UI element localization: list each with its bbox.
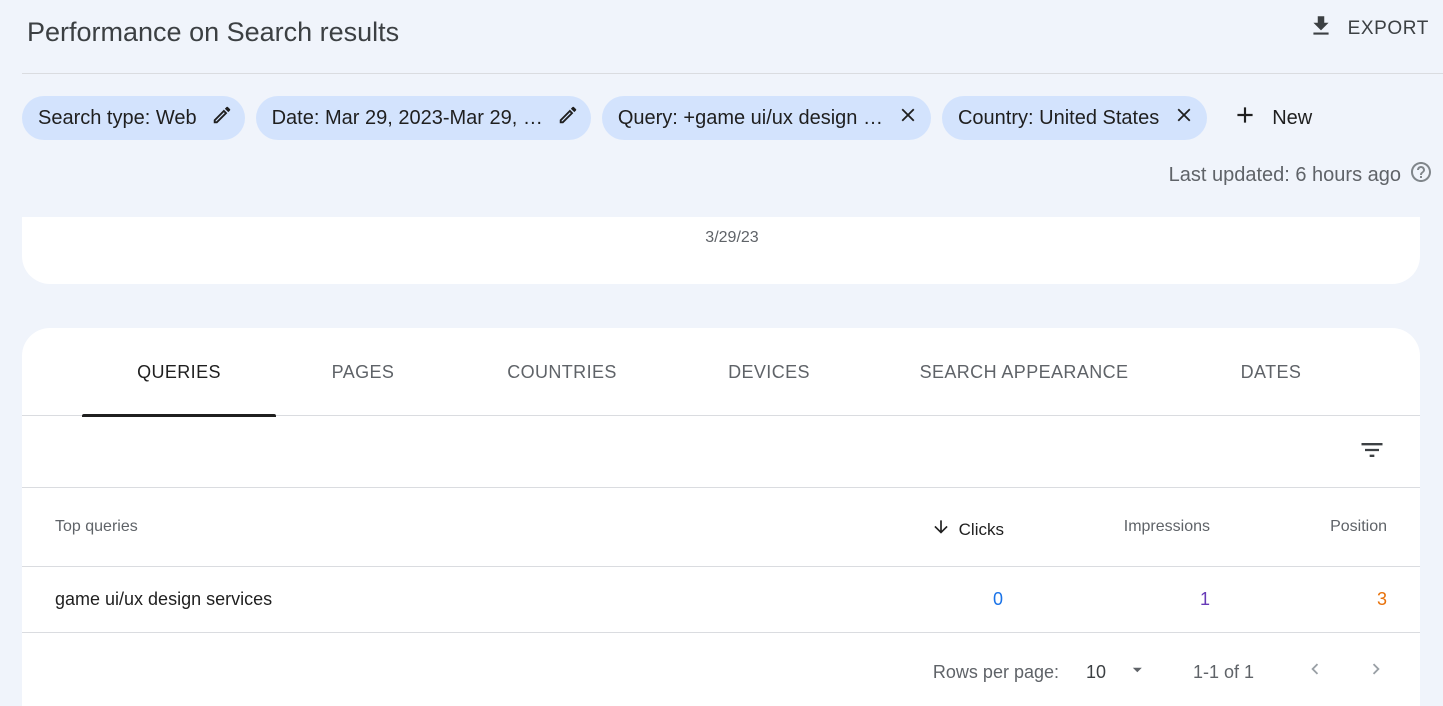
filter-chip-search-type[interactable]: Search type: Web <box>22 96 245 140</box>
chart-x-axis-label: 3/29/23 <box>705 229 759 246</box>
column-header-query: Top queries <box>55 518 138 535</box>
filter-chip-query[interactable]: Query: +game ui/ux design … <box>601 96 931 140</box>
tab-devices[interactable]: DEVICES <box>694 328 844 416</box>
rows-per-page-label: Rows per page: <box>932 662 1059 682</box>
new-filter-button[interactable]: New <box>1218 96 1326 140</box>
tab-label: QUERIES <box>137 361 221 382</box>
edit-icon[interactable] <box>211 104 233 132</box>
row-query: game ui/ux design services <box>55 589 273 609</box>
table-toolbar <box>22 417 1420 488</box>
chevron-left-icon <box>1304 658 1326 685</box>
plus-icon <box>1232 102 1258 134</box>
chip-label: Query: +game ui/ux design … <box>617 106 883 129</box>
export-button[interactable]: EXPORT <box>1308 12 1429 46</box>
dropdown-arrow-icon <box>1128 661 1146 684</box>
chip-label: Search type: Web <box>38 106 197 129</box>
table-header: Top queries Clicks Impressions Position <box>22 488 1420 567</box>
page-title: Performance on Search results <box>27 17 400 47</box>
arrow-down-icon <box>931 517 951 542</box>
close-icon[interactable] <box>1173 104 1195 132</box>
row-position: 3 <box>1376 589 1387 609</box>
chip-label: Country: United States <box>957 106 1160 129</box>
previous-page-button[interactable] <box>1299 655 1331 687</box>
column-header-position[interactable]: Position <box>1330 518 1387 536</box>
dimension-tabs: QUERIES PAGES COUNTRIES DEVICES SEARCH A… <box>22 328 1420 417</box>
filter-rows-button[interactable] <box>1354 434 1390 470</box>
row-clicks: 0 <box>992 589 1003 609</box>
table-row[interactable]: game ui/ux design services 0 1 3 <box>22 567 1420 633</box>
rows-per-page-select[interactable]: 10 <box>1086 657 1146 687</box>
row-impressions: 1 <box>1199 589 1210 609</box>
filter-bar: Search type: Web Date: Mar 29, 2023-Mar … <box>22 96 1326 140</box>
column-header-clicks[interactable]: Clicks <box>931 517 1004 542</box>
download-icon <box>1308 13 1334 45</box>
performance-chart-card: 3/29/23 <box>22 217 1420 284</box>
chip-label: Date: Mar 29, 2023-Mar 29, … <box>271 106 543 129</box>
page-range: 1-1 of 1 <box>1192 662 1254 682</box>
filter-chip-date[interactable]: Date: Mar 29, 2023-Mar 29, … <box>255 96 591 140</box>
last-updated: Last updated: 6 hours ago <box>1169 160 1433 190</box>
last-updated-text: Last updated: 6 hours ago <box>1168 163 1401 186</box>
filter-chip-country[interactable]: Country: United States <box>941 96 1208 140</box>
close-icon[interactable] <box>897 104 919 132</box>
tab-countries[interactable]: COUNTRIES <box>474 328 650 416</box>
tab-search-appearance[interactable]: SEARCH APPEARANCE <box>902 328 1146 416</box>
edit-icon[interactable] <box>557 104 579 132</box>
tab-dates[interactable]: DATES <box>1202 328 1340 416</box>
help-icon[interactable] <box>1409 160 1433 190</box>
rows-per-page-value: 10 <box>1085 661 1106 682</box>
tab-queries[interactable]: QUERIES <box>82 328 276 417</box>
export-label: EXPORT <box>1347 18 1429 39</box>
tab-label: PAGES <box>331 361 395 382</box>
tab-label: COUNTRIES <box>507 361 617 382</box>
tab-label: SEARCH APPEARANCE <box>919 361 1129 382</box>
tab-label: DATES <box>1240 361 1302 382</box>
chevron-right-icon <box>1365 658 1387 685</box>
data-table-card: QUERIES PAGES COUNTRIES DEVICES SEARCH A… <box>22 328 1420 706</box>
pagination: Rows per page: 10 1-1 of 1 <box>22 633 1420 706</box>
filter-list-icon <box>1358 436 1386 469</box>
column-header-clicks-label: Clicks <box>958 519 1004 539</box>
next-page-button[interactable] <box>1360 655 1392 687</box>
new-filter-label: New <box>1272 106 1313 129</box>
column-header-impressions[interactable]: Impressions <box>1124 518 1210 536</box>
header-divider <box>22 73 1443 74</box>
tab-pages[interactable]: PAGES <box>298 328 428 416</box>
tab-label: DEVICES <box>728 361 810 382</box>
